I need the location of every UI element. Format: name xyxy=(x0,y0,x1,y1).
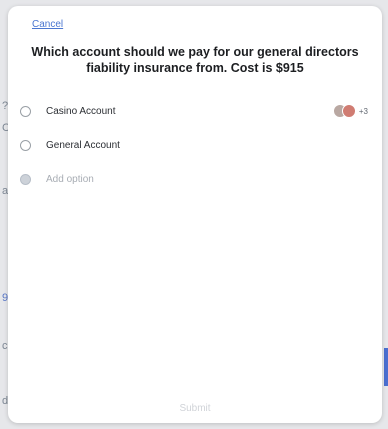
option-label: Casino Account xyxy=(46,105,116,117)
poll-question: Which account should we pay for our gene… xyxy=(31,45,359,75)
background-scroll-indicator xyxy=(384,348,388,386)
option-label: General Account xyxy=(46,139,120,151)
voter-avatar xyxy=(341,104,356,118)
background-fragment: c xyxy=(2,340,8,352)
add-option-row[interactable]: Add option xyxy=(20,167,368,191)
poll-option-general-account[interactable]: General Account xyxy=(20,133,368,157)
poll-dialog: Cancel Which account should we pay for o… xyxy=(8,6,382,423)
add-option-input[interactable]: Add option xyxy=(46,174,94,185)
poll-option-casino-account[interactable]: Casino Account +3 xyxy=(20,99,368,123)
radio-button[interactable] xyxy=(20,139,31,151)
add-option-radio xyxy=(20,173,31,185)
cancel-link[interactable]: Cancel xyxy=(32,19,63,30)
submit-button[interactable]: Submit xyxy=(8,403,382,414)
more-voters-count: +3 xyxy=(358,106,368,116)
voters-group[interactable]: +3 xyxy=(332,104,368,118)
radio-button[interactable] xyxy=(20,105,31,117)
